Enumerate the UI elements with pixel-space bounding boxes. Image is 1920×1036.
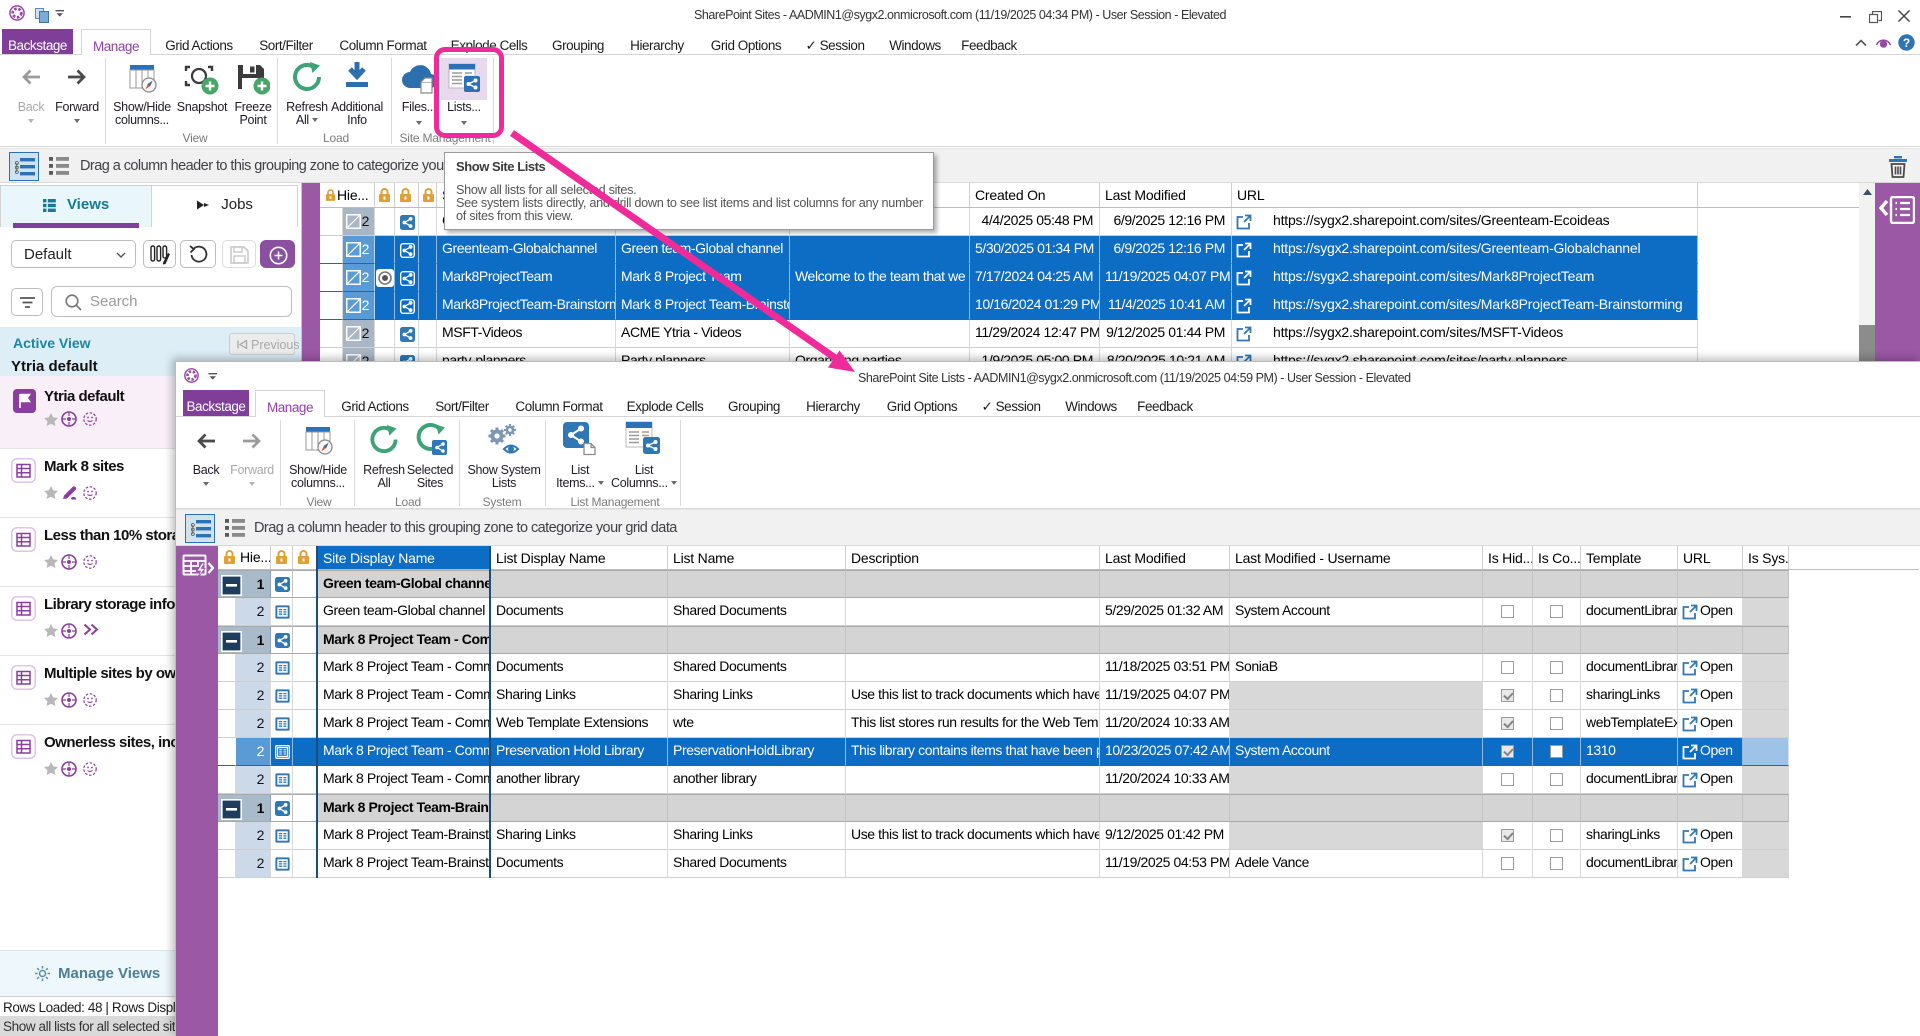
svg-text:?: ? (1903, 36, 1910, 50)
